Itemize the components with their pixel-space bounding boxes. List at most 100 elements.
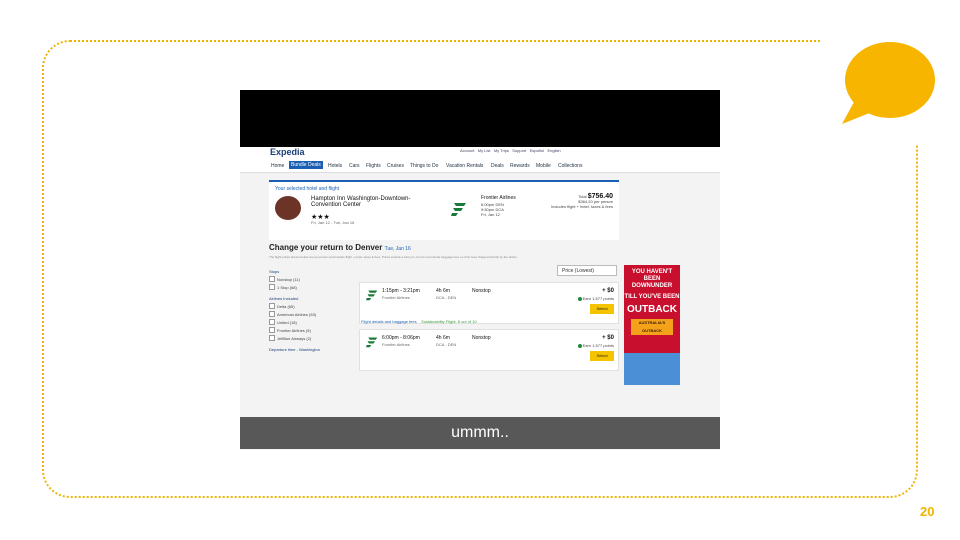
outback-ad-banner[interactable]: YOU HAVEN'T BEEN DOWNUNDER TILL YOU'VE B… (624, 265, 680, 385)
flight-result-card: 1:15pm - 3:21pm Frontier Airlines 4h 6m … (359, 282, 619, 324)
filters-panel: Stops Nonstop (11) 1 Stop (68) Airlines … (269, 265, 349, 352)
price-disclaimer: The flight prices shown below are per pe… (269, 255, 518, 259)
total-price-box: Total $756.40 $364.20 per person Include… (551, 193, 613, 209)
hotel-name: Hampton Inn Washington-Downtown-Conventi… (311, 196, 411, 208)
filter-label: Nonstop (11) (277, 276, 300, 282)
video-caption: ummm.. (240, 417, 720, 449)
top-link-account[interactable]: Account (460, 148, 474, 153)
sort-select[interactable]: Price (Lowest) (557, 265, 617, 276)
frontier-logo-icon (366, 337, 378, 348)
points-icon (577, 296, 582, 301)
expedia-topbar: Expedia Account My List My Trips Support… (240, 147, 720, 160)
filter-option[interactable]: Frontier Airlines (5) (269, 327, 349, 333)
filter-option[interactable]: 1 Stop (68) (269, 284, 349, 290)
change-return-date: Tue, Jan 16 (384, 246, 411, 252)
speech-bubble-icon (842, 42, 935, 124)
nav-vacation-rentals[interactable]: Vacation Rentals (446, 163, 483, 169)
nav-bundle-deals[interactable]: Bundle Deals (289, 161, 323, 169)
nav-collections[interactable]: Collections (558, 163, 582, 169)
selected-flight-date: Fri, Jan 12 (481, 212, 500, 217)
flight-links: Flight details and baggage fees Sustaina… (361, 319, 477, 324)
nav-cruises[interactable]: Cruises (387, 163, 404, 169)
expedia-screenshot: Expedia Account My List My Trips Support… (240, 147, 720, 450)
sustainability-link[interactable]: Sustainability Flight: 8 out of 10 (421, 319, 477, 324)
nav-cars[interactable]: Cars (349, 163, 360, 169)
selected-flight-detail: 6:00pm DEN 9:50pm DCA Fri, Jan 12 (481, 202, 504, 217)
expedia-logo[interactable]: Expedia (270, 147, 305, 157)
nav-things-to-do[interactable]: Things to Do (410, 163, 438, 169)
flight-route: DCA - DEN (436, 295, 457, 300)
flight-stops: Nonstop (472, 288, 491, 294)
flight-result-card: 6:00pm - 8:06pm Frontier Airlines 4h 6m … (359, 329, 619, 371)
filter-option[interactable]: United (18) (269, 319, 349, 325)
slide-number: 20 (920, 504, 935, 519)
top-link-espanol[interactable]: Español (530, 148, 544, 153)
filter-label: 1 Stop (68) (277, 284, 297, 290)
nav-home[interactable]: Home (271, 163, 284, 169)
frontier-logo-icon (366, 290, 378, 301)
nav-mobile[interactable]: Mobile (536, 163, 551, 169)
selected-title[interactable]: Your selected hotel and flight (275, 186, 339, 192)
ad-sky-image (624, 353, 680, 385)
filter-label: United (18) (277, 319, 297, 325)
top-link-english[interactable]: English (547, 148, 560, 153)
ad-brand-logo: AUSTRALIA'S OUTBACK (631, 319, 673, 335)
top-links: Account My List My Trips Support Español… (460, 148, 561, 153)
flight-times: 1:15pm - 3:21pm (382, 288, 420, 294)
nav-rewards[interactable]: Rewards (510, 163, 530, 169)
filter-airlines-header: Airlines Included (269, 296, 299, 301)
top-link-support[interactable]: Support (512, 148, 526, 153)
checkbox[interactable] (269, 335, 275, 341)
flight-stops: Nonstop (472, 335, 491, 341)
filter-label: Frontier Airlines (5) (277, 327, 311, 333)
top-link-my-trips[interactable]: My Trips (494, 148, 509, 153)
hotel-thumbnail (275, 196, 301, 220)
flight-price: + $0 (602, 335, 614, 341)
points-icon (577, 343, 582, 348)
points-label: Earn 1,577 points (582, 296, 614, 301)
top-link-my-list[interactable]: My List (478, 148, 491, 153)
points-label: Earn 1,577 points (582, 343, 614, 348)
filter-label: Delta (65) (277, 303, 295, 309)
filter-option[interactable]: Nonstop (11) (269, 276, 349, 282)
ad-line-2: TILL YOU'VE BEEN (624, 294, 680, 300)
checkbox[interactable] (269, 327, 275, 333)
flight-points: Earn 1,577 points (577, 296, 614, 301)
filter-option[interactable]: Delta (65) (269, 303, 349, 309)
filter-option[interactable]: American Airlines (53) (269, 311, 349, 317)
ad-line-3: OUTBACK (627, 304, 677, 315)
change-return-heading: Change your return to Denver (269, 243, 383, 252)
flight-times: 6:00pm - 8:06pm (382, 335, 420, 341)
flight-points: Earn 1,577 points (577, 343, 614, 348)
filter-label: JetBlue Airways (2) (277, 335, 312, 341)
selected-hotel-flight-card: Your selected hotel and flight Hampton I… (269, 180, 619, 240)
flight-airline: Frontier Airlines (382, 342, 410, 347)
flight-duration: 4h 6m (436, 335, 450, 341)
ad-line-1: YOU HAVEN'T BEEN DOWNUNDER (631, 269, 673, 289)
expedia-nav: Home Bundle Deals Hotels Cars Flights Cr… (240, 160, 720, 173)
filter-stops-header: Stops (269, 269, 280, 274)
change-return-title: Change your return to Denver Tue, Jan 16 (269, 243, 411, 252)
selected-airline: Frontier Airlines (481, 195, 516, 201)
flight-duration: 4h 6m (436, 288, 450, 294)
select-button[interactable]: Select (590, 351, 614, 361)
select-button[interactable]: Select (590, 304, 614, 314)
filter-departure-header: Departure time - Washington (269, 347, 320, 352)
filter-label: American Airlines (53) (277, 311, 317, 317)
nav-flights[interactable]: Flights (366, 163, 381, 169)
price-includes: Includes flight + hotel, taxes & fees (551, 204, 613, 209)
hotel-dates: Fri, Jan 12 - Tue, Jan 16 (311, 220, 355, 225)
nav-hotels[interactable]: Hotels (328, 163, 342, 169)
checkbox[interactable] (269, 311, 275, 317)
filter-option[interactable]: JetBlue Airways (2) (269, 335, 349, 341)
nav-deals[interactable]: Deals (491, 163, 504, 169)
frontier-logo-icon (451, 203, 466, 216)
checkbox[interactable] (269, 276, 275, 282)
checkbox[interactable] (269, 303, 275, 309)
flight-airline: Frontier Airlines (382, 295, 410, 300)
checkbox[interactable] (269, 319, 275, 325)
flight-details-link[interactable]: Flight details and baggage fees (361, 319, 417, 324)
flight-route: DCA - DEN (436, 342, 457, 347)
checkbox[interactable] (269, 284, 275, 290)
video-player[interactable]: Expedia Account My List My Trips Support… (240, 90, 720, 450)
